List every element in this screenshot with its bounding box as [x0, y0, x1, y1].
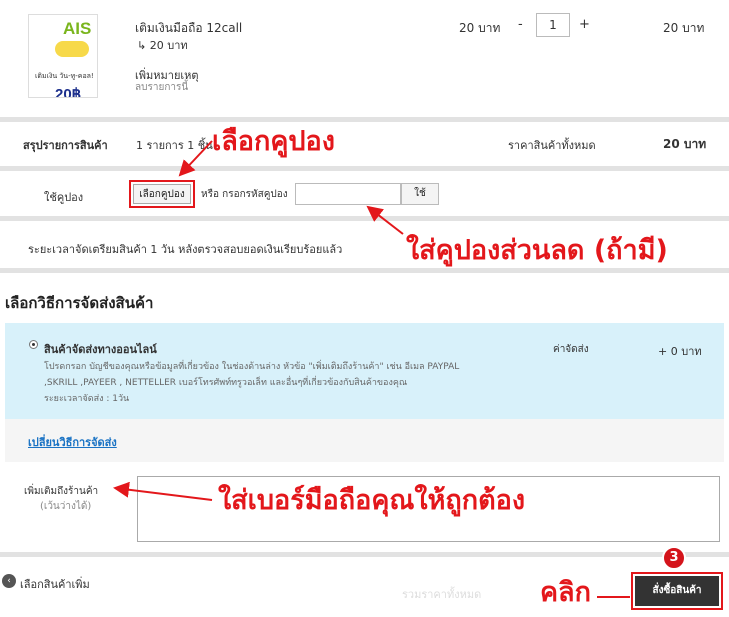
- note-to-shop-label: เพิ่มเติมถึงร้านค้า: [24, 486, 99, 497]
- annotation-enter-discount: ใส่คูปองส่วนลด (ถ้ามี): [406, 235, 668, 266]
- coupon-label: ใช้คูปอง: [44, 191, 84, 204]
- choose-coupon-button[interactable]: เลือกคูปอง: [129, 180, 195, 208]
- remove-item-link[interactable]: ลบรายการนี้: [135, 80, 188, 95]
- divider: [0, 552, 729, 557]
- step-number-badge: 3: [662, 546, 686, 570]
- summary-total: 20 บาท: [663, 137, 707, 151]
- back-arrow-icon[interactable]: ‹: [2, 574, 16, 588]
- choose-coupon-label: เลือกคูปอง: [133, 184, 191, 204]
- place-order-label: สั่งซื้อสินค้า: [635, 576, 719, 606]
- annotation-click: คลิก: [540, 577, 591, 608]
- place-order-button[interactable]: สั่งซื้อสินค้า: [631, 572, 723, 610]
- qty-decrease-button[interactable]: -: [518, 17, 523, 32]
- shipping-heading: เลือกวิธีการจัดส่งสินค้า: [5, 294, 154, 312]
- product-variant: ↳ 20 บาท: [137, 39, 188, 52]
- shipping-description-line: ,SKRILL ,PAYEER , NETTELLER เบอร์โทรศัพท…: [44, 378, 408, 388]
- product-image: AIS 12call เติมเงิน วัน-ทู-คอล! 20฿: [28, 14, 98, 98]
- annotation-enter-phone: ใส่เบอร์มือถือคุณให้ถูกต้อง: [218, 485, 526, 516]
- coupon-or-text: หรือ กรอกรหัสคูปอง: [201, 189, 288, 200]
- shipping-cost-label: ค่าจัดส่ง: [553, 344, 589, 355]
- line-total: 20 บาท: [663, 21, 705, 35]
- shipping-radio[interactable]: [29, 340, 38, 349]
- ais-logo: AIS: [63, 19, 92, 38]
- 12call-badge: 12call: [55, 41, 89, 57]
- shipping-cost: + 0 บาท: [658, 345, 702, 358]
- note-optional-hint: (เว้นว่างได้): [40, 501, 92, 512]
- product-image-price: 20฿: [55, 86, 82, 98]
- grand-total-label: รวมราคาทั้งหมด: [402, 588, 482, 601]
- shipping-duration: ระยะเวลาจัดส่ง : 1วัน: [44, 394, 130, 404]
- use-coupon-button[interactable]: ใช้: [401, 183, 439, 205]
- summary-label: สรุปรายการสินค้า: [23, 139, 108, 152]
- annotation-choose-coupon: เลือกคูปอง: [212, 126, 335, 157]
- divider: [0, 166, 729, 171]
- prep-time-text: ระยะเวลาจัดเตรียมสินค้า 1 วัน หลังตรวจสอ…: [28, 243, 343, 256]
- divider: [0, 216, 729, 221]
- coupon-code-input[interactable]: [295, 183, 401, 205]
- continue-shopping-link[interactable]: เลือกสินค้าเพิ่ม: [20, 575, 90, 593]
- summary-count: 1 รายการ 1 ชิ้น: [136, 139, 213, 152]
- qty-increase-button[interactable]: +: [579, 17, 590, 32]
- divider: [0, 117, 729, 122]
- change-shipping-link[interactable]: เปลี่ยนวิธีการจัดส่ง: [28, 433, 117, 451]
- summary-total-label: ราคาสินค้าทั้งหมด: [508, 139, 596, 152]
- unit-price: 20 บาท: [459, 21, 501, 35]
- shipping-option-name: สินค้าจัดส่งทางออนไลน์: [44, 343, 157, 356]
- shipping-description-line: โปรดกรอก บัญชีของคุณหรือข้อมูลที่เกี่ยวข…: [44, 362, 460, 372]
- product-image-note: เติมเงิน วัน-ทู-คอล!: [35, 72, 94, 80]
- quantity-input[interactable]: [536, 13, 570, 37]
